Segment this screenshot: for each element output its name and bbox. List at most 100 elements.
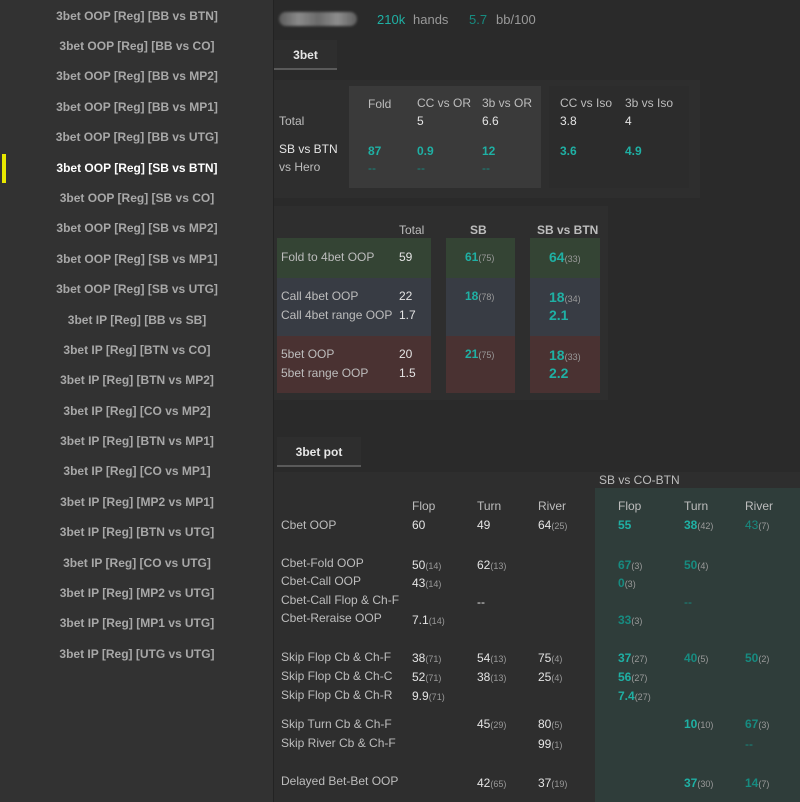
cell-value: 10(10) [684, 717, 714, 731]
col-header: Flop [618, 499, 642, 513]
row-label: Fold to 4bet OOP [281, 250, 375, 264]
cell-value: 67(3) [745, 717, 770, 731]
sidebar-item[interactable]: 3bet IP [Reg] [BB vs SB] [0, 308, 274, 332]
row-label: Total [279, 114, 305, 128]
sidebar-item[interactable]: 3bet OOP [Reg] [SB vs MP1] [0, 247, 274, 271]
sidebar-item[interactable]: 3bet OOP [Reg] [BB vs UTG] [0, 125, 274, 149]
row-label: Skip Flop Cb & Ch-F [281, 650, 392, 664]
col-header-sb-vs-btn: SB vs BTN [537, 223, 599, 237]
sidebar-item[interactable]: 3bet OOP [Reg] [BB vs CO] [0, 34, 274, 58]
sidebar-item[interactable]: 3bet OOP [Reg] [SB vs CO] [0, 186, 274, 210]
row-label: SB vs BTN [279, 142, 338, 156]
sidebar-item[interactable]: 3bet IP [Reg] [MP2 vs MP1] [0, 490, 274, 514]
sidebar-item[interactable]: 3bet IP [Reg] [BTN vs MP1] [0, 429, 274, 453]
cell-value: 75(4) [538, 651, 563, 665]
group-title: SB vs CO-BTN [599, 473, 680, 487]
cell-value: 37(27) [618, 651, 648, 665]
bet5-row-bg [446, 336, 515, 393]
sidebar-item[interactable]: 3bet IP [Reg] [MP1 vs UTG] [0, 611, 274, 635]
cell-value: 42(65) [477, 776, 507, 790]
row-label: 5bet OOP [281, 347, 335, 361]
cell-value: 43(7) [745, 518, 770, 532]
sidebar-item[interactable]: 3bet OOP [Reg] [BB vs BTN] [0, 4, 274, 28]
col-header: CC vs Iso [560, 96, 613, 110]
cell-value: 59 [399, 250, 413, 264]
row-label: Cbet-Call Flop & Ch-F [281, 593, 400, 607]
sidebar-item[interactable]: 3bet IP [Reg] [CO vs UTG] [0, 551, 274, 575]
cell-value: 0(3) [618, 576, 636, 590]
cell-value: 18(33) [549, 347, 581, 363]
cell-value: 67(3) [618, 558, 643, 572]
cell-value: 37(30) [684, 776, 714, 790]
cell-value: -- [477, 595, 485, 609]
row-label: vs Hero [279, 160, 321, 174]
cell-value: 43(14) [412, 576, 442, 590]
col-header: Turn [684, 499, 709, 513]
row-label: Delayed Bet-Bet OOP [281, 774, 399, 788]
cell-value: 64(25) [538, 518, 568, 532]
cell-value: 25(4) [538, 670, 563, 684]
cell-value: 80(5) [538, 717, 563, 731]
cell-value: 22 [399, 289, 413, 303]
cell-value: 14(7) [745, 776, 770, 790]
cell-value: 3.8 [560, 114, 577, 128]
sidebar-item-active[interactable]: 3bet OOP [Reg] [SB vs BTN] [0, 156, 274, 180]
sidebar-item[interactable]: 3bet IP [Reg] [UTG vs UTG] [0, 642, 274, 666]
row-label: Cbet OOP [281, 518, 337, 532]
cell-value: 33(3) [618, 613, 643, 627]
sidebar-item[interactable]: 3bet OOP [Reg] [BB vs MP1] [0, 95, 274, 119]
bb-label: bb/100 [496, 12, 536, 27]
cell-value: 0.9 [417, 144, 434, 158]
sidebar-item[interactable]: 3bet OOP [Reg] [BB vs MP2] [0, 64, 274, 88]
cell-value: 18(78) [465, 289, 495, 303]
sidebar-item[interactable]: 3bet IP [Reg] [CO vs MP1] [0, 459, 274, 483]
sidebar-item[interactable]: 3bet IP [Reg] [BTN vs CO] [0, 338, 274, 362]
col-header: Fold [368, 97, 392, 111]
sidebar-item[interactable]: 3bet OOP [Reg] [SB vs MP2] [0, 216, 274, 240]
col-header: 3b vs Iso [625, 96, 674, 110]
cell-value: 37(19) [538, 776, 568, 790]
cell-value: 50(2) [745, 651, 770, 665]
cell-value: 40(5) [684, 651, 709, 665]
cell-value: 20 [399, 347, 413, 361]
cell-value: 62(13) [477, 558, 507, 572]
sidebar-item[interactable]: 3bet IP [Reg] [BTN vs UTG] [0, 520, 274, 544]
cell-value: 61(75) [465, 250, 495, 264]
cell-value: 5 [417, 114, 424, 128]
cell-value: 99(1) [538, 737, 563, 751]
col-header: CC vs OR [417, 96, 471, 110]
cell-value: 45(29) [477, 717, 507, 731]
cell-value: 38(42) [684, 518, 714, 532]
sidebar-item[interactable]: 3bet IP [Reg] [MP2 vs UTG] [0, 581, 274, 605]
row-label: Skip Flop Cb & Ch-R [281, 688, 393, 702]
col-header: Turn [477, 499, 502, 513]
cell-value: 7.4(27) [618, 689, 651, 703]
row-label: Skip Turn Cb & Ch-F [281, 717, 392, 731]
cell-value: 52(71) [412, 670, 442, 684]
sidebar-item[interactable]: 3bet IP [Reg] [CO vs MP2] [0, 399, 274, 423]
tab-3bet-pot[interactable]: 3bet pot [277, 437, 361, 467]
tab-3bet[interactable]: 3bet [274, 40, 337, 70]
cell-value: -- [745, 737, 753, 751]
row-label: 5bet range OOP [281, 366, 369, 380]
row-label: Call 4bet OOP [281, 289, 359, 303]
cell-value: 64(33) [549, 249, 581, 265]
hands-count: 210k [377, 12, 406, 27]
col-header-total: Total [399, 223, 425, 237]
cell-value: 2.2 [549, 365, 569, 381]
call-row-bg [277, 278, 431, 336]
cell-value: 55 [618, 518, 632, 532]
sidebar-item[interactable]: 3bet IP [Reg] [BTN vs MP2] [0, 368, 274, 392]
cell-value: 60 [412, 518, 426, 532]
hands-label: hands [413, 12, 449, 27]
cell-value: 6.6 [482, 114, 499, 128]
row-label: Skip River Cb & Ch-F [281, 736, 396, 750]
sidebar: 3bet OOP [Reg] [BB vs BTN] 3bet OOP [Reg… [0, 0, 274, 802]
cell-value: 3.6 [560, 144, 577, 158]
cell-value: 56(27) [618, 670, 648, 684]
row-label: Cbet-Reraise OOP [281, 611, 382, 625]
blurred-player-name [279, 12, 357, 26]
sidebar-item[interactable]: 3bet OOP [Reg] [SB vs UTG] [0, 277, 274, 301]
col-header: River [745, 499, 774, 513]
cell-value: 38(71) [412, 651, 442, 665]
